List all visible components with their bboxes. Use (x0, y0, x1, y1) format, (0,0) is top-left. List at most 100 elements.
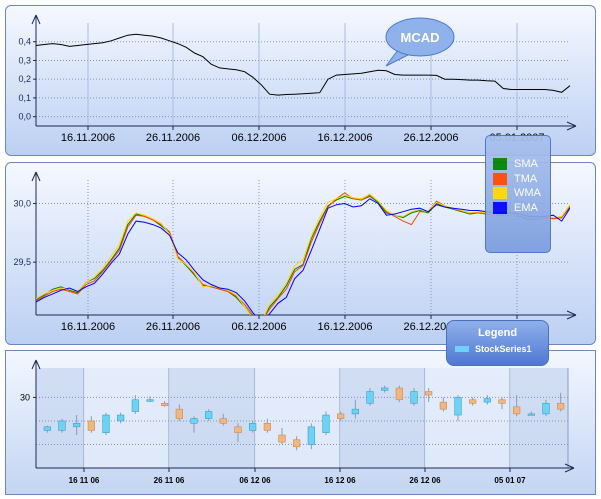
mcad-axes (31, 14, 577, 131)
candle-body (307, 426, 315, 445)
week-band (510, 368, 568, 468)
mcad-x-ticks: 16.11.2006 26.11.2006 06.12.2006 16.12.2006… (61, 126, 545, 144)
candle (322, 411, 330, 436)
candle-body (131, 399, 139, 412)
mcad-title: MCAD (401, 30, 440, 45)
y-tick-label: 30,0 (13, 198, 31, 208)
legend-swatch-tma (493, 173, 507, 185)
candle-body (190, 418, 198, 424)
stock-x-ticks: 16 11 06 26 11 06 06 12 06 16 12 06 26 12 06… (69, 468, 526, 485)
candle-body (205, 411, 213, 419)
candle-body (557, 402, 565, 410)
week-band (425, 368, 510, 468)
candle-body (351, 408, 359, 415)
mcad-gridlines (36, 23, 570, 126)
stock-legend-title: Legend (477, 327, 518, 339)
candle-body (542, 402, 550, 415)
candle-body (425, 391, 433, 396)
candle-body (87, 420, 95, 431)
week-band (84, 368, 169, 468)
candle-body (263, 422, 271, 431)
y-tick-label: 29,5 (13, 257, 31, 267)
candle-body (513, 406, 521, 415)
mcad-callout: MCAD (385, 17, 455, 67)
legend-swatch-ema (493, 202, 507, 214)
candle-body (146, 399, 154, 402)
legend-swatch-wma (493, 187, 507, 199)
candle (102, 412, 110, 436)
x-tick-label: 06 12 06 (239, 476, 271, 485)
y-tick-label: 0,2 (18, 74, 31, 84)
x-tick-label: 26.12.2006 (403, 132, 458, 144)
candle-body (322, 414, 330, 434)
y-tick-label: 0,0 (18, 112, 31, 122)
candle-body (117, 414, 125, 422)
stock-legend: Legend StockSeries1 (446, 320, 549, 366)
legend-item-wma: WMA (493, 186, 541, 200)
x-tick-label: 16.12.2006 (317, 321, 372, 333)
y-tick-label: 0,4 (18, 37, 31, 47)
stock-chart: 30 16 11 06 26 11 06 06 12 06 16 12 06 26 12… (20, 359, 575, 485)
x-tick-label: 16.11.2006 (61, 321, 115, 333)
candle-body (498, 399, 506, 404)
candle-body (469, 399, 477, 404)
stock-panel: 30 16 11 06 26 11 06 06 12 06 16 12 06 26 12… (5, 350, 596, 495)
legend-label-sma: SMA (514, 158, 538, 170)
candle-body (278, 434, 286, 443)
stock-legend-item: StockSeries1 (455, 344, 532, 354)
ma-legend: SMA TMA WMA EMA (485, 135, 551, 253)
candle-body (249, 422, 257, 431)
x-tick-label: 06.12.2006 (231, 321, 286, 333)
candle-body (161, 402, 169, 406)
x-tick-label: 06.12.2006 (231, 132, 286, 144)
candle-body (527, 413, 535, 416)
candle-body (410, 391, 418, 404)
candle-body (395, 387, 403, 401)
candle (58, 418, 66, 433)
x-tick-label: 16.11.2006 (61, 132, 115, 144)
mcad-plot-area (36, 23, 570, 126)
candle-body (293, 439, 301, 448)
x-tick-label: 16 12 06 (324, 476, 356, 485)
legend-label-ema: EMA (514, 202, 538, 214)
mcad-panel: 0,0 0,1 0,2 0,3 0,4 16.11.2006 26.11.2006 06.1… (5, 5, 596, 156)
candle-body (381, 387, 389, 391)
legend-item-tma: TMA (493, 172, 537, 186)
legend-item-sma: SMA (493, 157, 538, 171)
candle-body (73, 422, 81, 428)
candle-body (234, 426, 242, 434)
y-tick-label: 30 (20, 392, 30, 402)
legend-swatch-sma (493, 158, 507, 170)
stock-y-ticks: 30 (20, 392, 36, 402)
candle-body (454, 397, 462, 416)
ma-y-ticks: 29,5 30,0 (13, 198, 36, 267)
y-tick-label: 0,3 (18, 55, 31, 65)
stock-legend-swatch (455, 346, 469, 352)
mcad-y-ticks: 0,0 0,1 0,2 0,3 0,4 (18, 37, 36, 122)
legend-item-ema: EMA (493, 201, 538, 215)
x-tick-label: 16 11 06 (69, 476, 100, 485)
candle-body (366, 391, 374, 404)
week-band (340, 368, 425, 468)
candle-body (175, 408, 183, 419)
x-tick-label: 26.11.2006 (146, 132, 200, 144)
mcad-line (35, 33, 571, 96)
x-tick-label: 26 11 06 (154, 476, 185, 485)
candle-body (483, 398, 491, 403)
legend-label-tma: TMA (514, 173, 538, 185)
candle-body (337, 413, 345, 419)
x-tick-label: 26.11.2006 (146, 321, 200, 333)
candle-body (219, 418, 227, 424)
candle-body (43, 426, 51, 431)
candle-body (102, 414, 110, 434)
x-tick-label: 05 01 07 (494, 476, 526, 485)
candle-body (58, 420, 66, 431)
candle (395, 385, 403, 403)
legend-label-wma: WMA (514, 187, 541, 199)
x-tick-label: 16.12.2006 (317, 132, 372, 144)
candle-body (439, 401, 447, 410)
mcad-series (35, 33, 571, 96)
stock-week-bands (36, 368, 569, 468)
y-tick-label: 0,1 (18, 93, 31, 103)
stock-legend-label: StockSeries1 (475, 344, 532, 354)
